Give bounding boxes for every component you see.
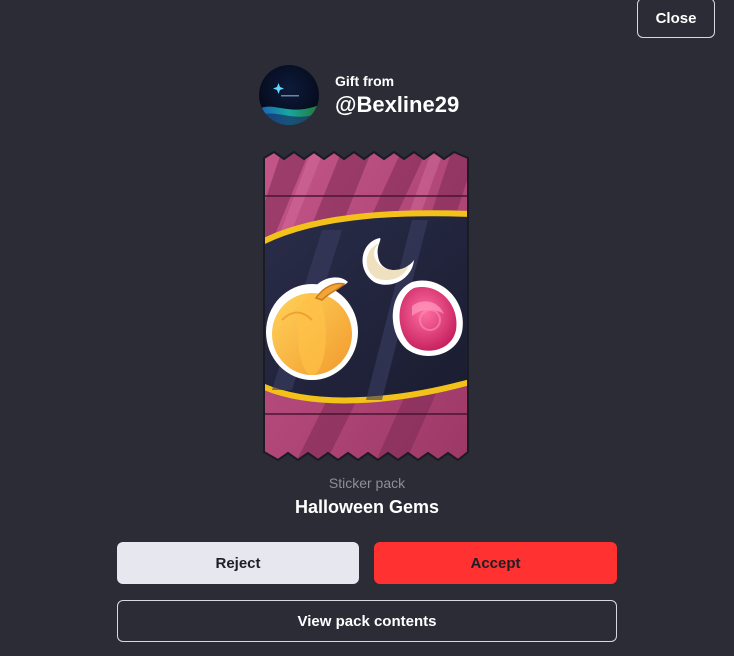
sender-username: @Bexline29 bbox=[335, 92, 460, 117]
pack-type-label: Sticker pack bbox=[328, 475, 406, 491]
gift-sender: Gift from @Bexline29 bbox=[259, 65, 459, 125]
galaxy-avatar-icon bbox=[259, 65, 319, 125]
sticker-pack-icon bbox=[263, 150, 469, 462]
avatar bbox=[259, 65, 319, 125]
accept-button[interactable]: Accept bbox=[374, 542, 617, 584]
close-button[interactable]: Close bbox=[637, 0, 715, 38]
view-pack-contents-button[interactable]: View pack contents bbox=[117, 600, 617, 642]
reject-button[interactable]: Reject bbox=[117, 542, 359, 584]
pack-name: Halloween Gems bbox=[294, 497, 440, 517]
gift-from-label: Gift from bbox=[335, 73, 395, 89]
